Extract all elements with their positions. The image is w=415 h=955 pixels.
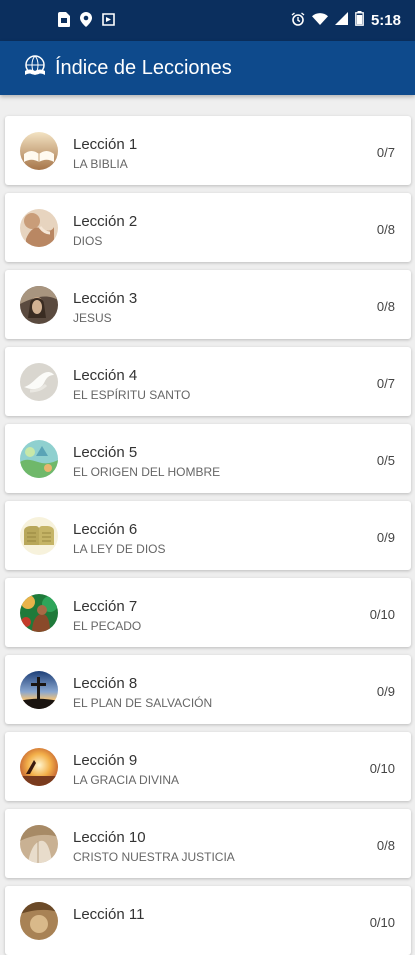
lesson-progress: 0/7: [376, 145, 395, 160]
app-bar: Índice de Lecciones: [0, 41, 415, 95]
lesson-item-11[interactable]: Lección 11 0/10: [5, 886, 411, 955]
lesson-title: Lección 11: [73, 906, 145, 923]
lesson-item-9[interactable]: Lección 9 LA GRACIA DIVINA 0/10: [5, 732, 411, 801]
dove-thumbnail: [20, 363, 58, 401]
lesson-progress: 0/8: [376, 838, 395, 853]
lesson-subtitle: EL ESPÍRITU SANTO: [73, 388, 191, 402]
lesson-title: Lección 5: [73, 444, 138, 461]
lesson-subtitle: LA BIBLIA: [73, 157, 128, 171]
wifi-icon: [311, 12, 328, 30]
lesson-item-4[interactable]: Lección 4 EL ESPÍRITU SANTO 0/7: [5, 347, 411, 416]
lesson-subtitle: CRISTO NUESTRA JUSTICIA: [73, 850, 235, 864]
lesson-title: Lección 6: [73, 521, 138, 538]
sd-card-icon: [58, 12, 70, 32]
lesson-progress: 0/8: [376, 222, 395, 237]
signal-icon: [334, 12, 348, 30]
garden-eden-thumbnail: [20, 594, 58, 632]
lesson-subtitle: EL PECADO: [73, 619, 142, 633]
lesson-subtitle: EL PLAN DE SALVACIÓN: [73, 696, 213, 710]
page-title: Índice de Lecciones: [55, 57, 232, 79]
globe-book-logo-icon: [22, 54, 48, 80]
lesson-progress: 0/10: [369, 761, 395, 776]
lesson-subtitle: JESUS: [73, 311, 112, 325]
lesson-item-5[interactable]: Lección 5 EL ORIGEN DEL HOMBRE 0/5: [5, 424, 411, 493]
lesson-title: Lección 8: [73, 675, 138, 692]
lesson-11-thumbnail: [20, 902, 58, 940]
battery-icon: [355, 11, 364, 31]
lesson-progress: 0/8: [376, 299, 395, 314]
lesson-title: Lección 3: [73, 290, 138, 307]
robe-thumbnail: [20, 825, 58, 863]
lesson-progress: 0/10: [369, 607, 395, 622]
lesson-subtitle: EL ORIGEN DEL HOMBRE: [73, 465, 221, 479]
stone-tablets-thumbnail: [20, 517, 58, 555]
lesson-item-10[interactable]: Lección 10 CRISTO NUESTRA JUSTICIA 0/8: [5, 809, 411, 878]
lesson-subtitle: DIOS: [73, 234, 103, 248]
cross-sunset-thumbnail: [20, 671, 58, 709]
lesson-item-6[interactable]: Lección 6 LA LEY DE DIOS 0/9: [5, 501, 411, 570]
lesson-title: Lección 2: [73, 213, 138, 230]
lesson-title: Lección 10: [73, 829, 146, 846]
lesson-progress: 0/9: [376, 684, 395, 699]
lesson-item-8[interactable]: Lección 8 EL PLAN DE SALVACIÓN 0/9: [5, 655, 411, 724]
location-icon: [80, 12, 92, 32]
lesson-title: Lección 1: [73, 136, 138, 153]
lesson-progress: 0/9: [376, 530, 395, 545]
lesson-progress: 0/7: [376, 376, 395, 391]
lesson-subtitle: LA GRACIA DIVINA: [73, 773, 180, 787]
creation-thumbnail: [20, 440, 58, 478]
lesson-progress: 0/10: [369, 915, 395, 930]
status-notifications: [58, 12, 115, 32]
jesus-portrait-thumbnail: [20, 286, 58, 324]
status-bar: 5:18: [0, 0, 415, 41]
lesson-progress: 0/5: [376, 453, 395, 468]
sunrise-figure-thumbnail: [20, 748, 58, 786]
lesson-title: Lección 7: [73, 598, 138, 615]
status-time: 5:18: [370, 12, 401, 29]
lesson-item-2[interactable]: Lección 2 DIOS 0/8: [5, 193, 411, 262]
status-system: 5:18: [291, 11, 401, 31]
lesson-subtitle: LA LEY DE DIOS: [73, 542, 166, 556]
praying-hands-thumbnail: [20, 209, 58, 247]
lesson-item-7[interactable]: Lección 7 EL PECADO 0/10: [5, 578, 411, 647]
lesson-item-1[interactable]: Lección 1 LA BIBLIA 0/7: [5, 116, 411, 185]
alarm-icon: [291, 11, 305, 31]
lesson-title: Lección 4: [73, 367, 138, 384]
open-bible-thumbnail: [20, 132, 58, 170]
lesson-title: Lección 9: [73, 752, 138, 769]
lesson-item-3[interactable]: Lección 3 JESUS 0/8: [5, 270, 411, 339]
cast-icon: [102, 13, 115, 31]
